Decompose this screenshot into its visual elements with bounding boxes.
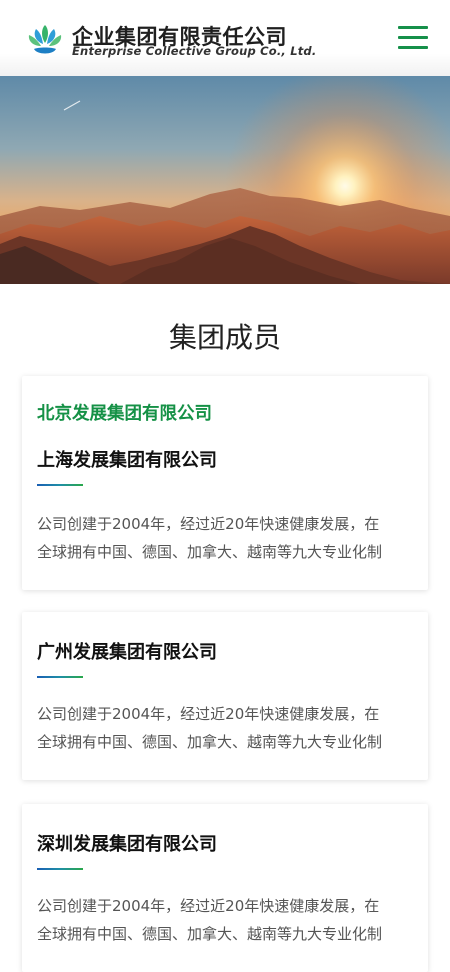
title-underline [37, 868, 83, 870]
hero-banner [0, 76, 450, 284]
leaf-logo-icon[interactable] [26, 19, 64, 59]
member-card[interactable]: 深圳发展集团有限公司 公司创建于2004年，经过近20年快速健康发展，在 全球拥… [22, 804, 428, 972]
member-name[interactable]: 深圳发展集团有限公司 [37, 830, 217, 856]
member-name[interactable]: 广州发展集团有限公司 [37, 638, 217, 664]
member-description: 公司创建于2004年，经过近20年快速健康发展，在 全球拥有中国、德国、加拿大、… [37, 515, 383, 561]
title-underline [37, 676, 83, 678]
member-card[interactable]: 广州发展集团有限公司 公司创建于2004年，经过近20年快速健康发展，在 全球拥… [22, 612, 428, 780]
title-underline [37, 484, 83, 486]
mountain-sunset-image [0, 76, 450, 284]
brand-name-en: Enterprise Collective Group Co., Ltd. [72, 44, 317, 58]
member-description: 公司创建于2004年，经过近20年快速健康发展，在 全球拥有中国、德国、加拿大、… [37, 897, 383, 943]
site-header: 企业集团有限责任公司 Enterprise Collective Group C… [0, 0, 450, 76]
member-name[interactable]: 上海发展集团有限公司 [37, 446, 217, 472]
hamburger-menu-icon[interactable] [398, 25, 428, 49]
member-card[interactable]: 北京发展集团有限公司 上海发展集团有限公司 公司创建于2004年，经过近20年快… [22, 376, 428, 590]
member-name-highlight[interactable]: 北京发展集团有限公司 [37, 400, 212, 425]
member-description: 公司创建于2004年，经过近20年快速健康发展，在 全球拥有中国、德国、加拿大、… [37, 705, 383, 751]
section-title: 集团成员 [168, 321, 281, 354]
